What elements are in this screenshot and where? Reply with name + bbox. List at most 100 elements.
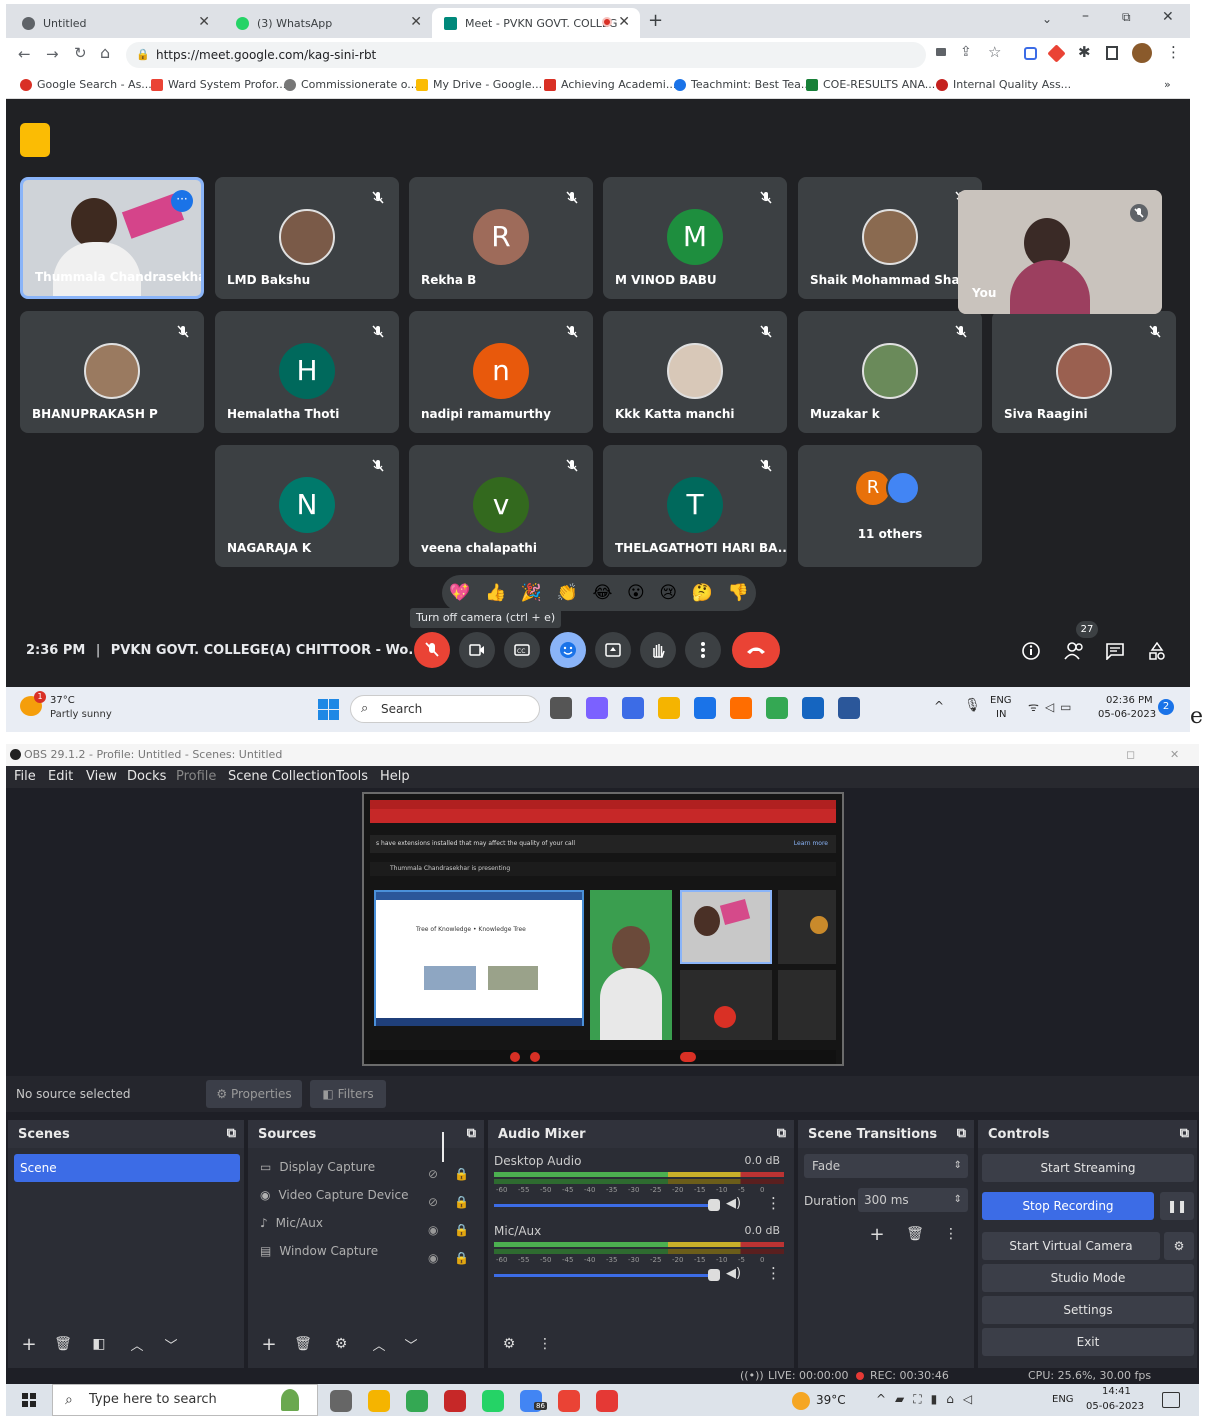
participant-tile[interactable]: N NAGARAJA K <box>215 445 399 567</box>
recording-warning-icon[interactable] <box>20 123 50 157</box>
stop-recording-button[interactable]: Stop Recording <box>982 1192 1154 1220</box>
app-icon[interactable] <box>802 697 824 719</box>
filters-button[interactable]: ◧ Filters <box>310 1080 386 1108</box>
bookmark-item[interactable]: Google Search - As... <box>20 78 152 91</box>
forward-icon[interactable]: → <box>46 45 59 63</box>
lang[interactable]: ENG <box>990 695 1012 706</box>
studio-mode-button[interactable]: Studio Mode <box>982 1264 1194 1292</box>
menu-tools[interactable]: Tools <box>336 769 368 784</box>
share-icon[interactable]: ⇪ <box>960 44 972 60</box>
transition-select[interactable]: Fade ⇕ <box>804 1154 968 1178</box>
undock-icon[interactable]: ⧉ <box>467 1126 476 1141</box>
transition-menu-icon[interactable]: ⋮ <box>938 1222 964 1246</box>
tray-icons[interactable]: ^▰⛶▮⌂◁ <box>876 1392 981 1407</box>
mic-tray-icon[interactable]: 🎙 <box>964 698 981 713</box>
bookmark-item[interactable]: Commissionerate o... <box>284 78 418 91</box>
bookmark-item[interactable]: Achieving Academi... <box>544 78 676 91</box>
menu-docks[interactable]: Docks <box>127 769 166 784</box>
back-icon[interactable]: ← <box>18 45 31 63</box>
start-streaming-button[interactable]: Start Streaming <box>982 1154 1194 1182</box>
slider-handle[interactable] <box>708 1269 720 1281</box>
participant-tile[interactable]: n nadipi ramamurthy <box>409 311 593 433</box>
weather-icon[interactable] <box>792 1392 810 1410</box>
captions-button[interactable]: CC <box>504 632 540 668</box>
close-tab-icon[interactable]: ✕ <box>410 14 422 30</box>
trash-icon[interactable]: 🗑 <box>50 1332 76 1356</box>
minimize-icon[interactable]: – <box>1082 8 1089 24</box>
mixer-settings-icon[interactable]: ⚙ <box>496 1332 522 1356</box>
mic-button[interactable] <box>414 632 450 668</box>
zoom-icon[interactable] <box>622 697 644 719</box>
tab-whatsapp[interactable]: (3) WhatsApp ✕ <box>224 8 432 38</box>
camera-indicator-icon[interactable] <box>936 48 946 56</box>
gear-icon[interactable]: ⚙ <box>328 1332 354 1356</box>
source-window-capture[interactable]: ▤ Window Capture <box>260 1244 378 1258</box>
reaction-emoji[interactable]: 👎 <box>728 583 749 603</box>
pause-recording-button[interactable]: ❚❚ <box>1160 1192 1194 1220</box>
start-virtual-camera-button[interactable]: Start Virtual Camera <box>982 1232 1160 1260</box>
bookmark-star-icon[interactable]: ☆ <box>988 43 1001 61</box>
participant-tile[interactable]: M M VINOD BABU <box>603 177 787 299</box>
channel-menu-icon[interactable]: ⋮ <box>766 1264 781 1282</box>
others-tile[interactable]: R 11 others <box>798 445 982 567</box>
reaction-emoji[interactable]: 😂 <box>593 583 613 603</box>
profile-avatar[interactable] <box>1132 43 1152 63</box>
more-options-button[interactable] <box>685 632 721 668</box>
move-down-icon[interactable]: ﹀ <box>158 1332 184 1356</box>
add-source-icon[interactable]: + <box>256 1332 282 1356</box>
home-icon[interactable]: ⌂ <box>100 43 110 62</box>
properties-button[interactable]: ⚙ Properties <box>206 1080 302 1108</box>
file-explorer-icon[interactable] <box>658 697 680 719</box>
source-display-capture[interactable]: ▭ Display Capture <box>260 1160 375 1174</box>
people-icon[interactable] <box>1064 642 1086 660</box>
task-view-icon[interactable] <box>550 697 572 719</box>
move-up-icon[interactable]: ︿ <box>366 1332 392 1356</box>
reaction-emoji[interactable]: 👏 <box>557 583 578 603</box>
add-scene-icon[interactable]: + <box>16 1332 42 1356</box>
whatsapp-icon[interactable] <box>482 1390 504 1412</box>
taskbar-search[interactable]: ⌕ Type here to search <box>52 1384 318 1416</box>
new-tab-button[interactable]: + <box>648 10 663 31</box>
undock-icon[interactable]: ⧉ <box>777 1126 786 1141</box>
participant-tile[interactable]: Siva Raagini <box>992 311 1176 433</box>
settings-button[interactable]: Settings <box>982 1296 1194 1324</box>
bookmark-item[interactable]: COE-RESULTS ANA... <box>806 78 935 91</box>
raise-hand-button[interactable] <box>640 632 676 668</box>
camera-button[interactable] <box>459 632 495 668</box>
scene-item[interactable]: Scene <box>14 1154 240 1182</box>
slider-handle[interactable] <box>708 1199 720 1211</box>
obs-icon[interactable] <box>558 1390 580 1412</box>
reaction-emoji[interactable]: 🤔 <box>692 583 713 603</box>
file-explorer-icon[interactable] <box>368 1390 390 1412</box>
bookmark-item[interactable]: Internal Quality Ass... <box>936 78 1071 91</box>
participant-tile[interactable]: Shaik Mohammad Shafiul <box>798 177 982 299</box>
network-volume-battery-icons[interactable]: ᯤ◁▭ <box>1028 698 1078 715</box>
duration-input[interactable]: 300 ms ⇕ <box>858 1188 968 1212</box>
scene-filter-icon[interactable]: ◧ <box>86 1332 112 1356</box>
trash-icon[interactable]: 🗑 <box>290 1332 316 1356</box>
source-video-capture[interactable]: ◉ Video Capture Device <box>260 1188 409 1202</box>
menu-help[interactable]: Help <box>380 769 410 784</box>
menu-file[interactable]: File <box>14 769 36 784</box>
notification-icon[interactable] <box>1162 1392 1180 1408</box>
info-icon[interactable] <box>1022 642 1040 660</box>
participant-tile[interactable]: H Hemalatha Thoti <box>215 311 399 433</box>
task-view-icon[interactable] <box>330 1390 352 1412</box>
lang[interactable]: ENG <box>1052 1394 1074 1405</box>
kebab-menu-icon[interactable]: ⋮ <box>1166 43 1181 61</box>
source-mic-aux[interactable]: ♪ Mic/Aux <box>260 1216 323 1230</box>
app-icon[interactable] <box>444 1390 466 1412</box>
obs-preview[interactable]: s have extensions installed that may aff… <box>362 792 844 1066</box>
visibility-toggles[interactable]: ⊘ ⊘ ◉ ◉ <box>428 1160 438 1272</box>
windows-start-icon[interactable] <box>22 1393 36 1407</box>
close-window-icon[interactable]: ✕ <box>1162 9 1174 25</box>
reaction-emoji[interactable]: 😢 <box>659 583 677 603</box>
participant-tile[interactable]: LMD Bakshu <box>215 177 399 299</box>
edge-icon[interactable] <box>694 697 716 719</box>
chrome-icon[interactable] <box>766 697 788 719</box>
extension-red-icon[interactable] <box>1047 44 1066 63</box>
channel-menu-icon[interactable]: ⋮ <box>766 1194 781 1212</box>
reactions-button[interactable] <box>550 632 586 668</box>
trash-icon[interactable]: 🗑 <box>902 1222 928 1246</box>
participant-tile[interactable]: Kkk Katta manchi <box>603 311 787 433</box>
